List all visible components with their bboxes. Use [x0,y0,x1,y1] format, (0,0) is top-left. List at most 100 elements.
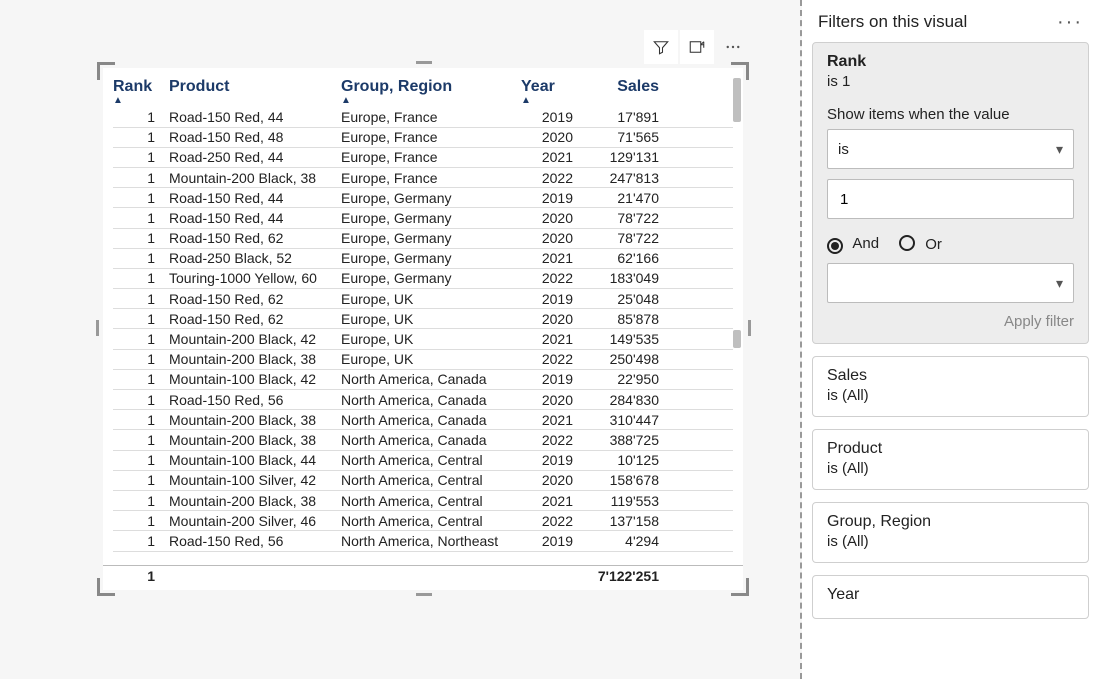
cell-sales: 129'131 [579,149,659,165]
cell-product: Mountain-100 Silver, 42 [169,472,341,488]
cell-product: Touring-1000 Yellow, 60 [169,270,341,286]
apply-filter-button[interactable]: Apply filter [1004,313,1074,330]
table-row[interactable]: 1Mountain-200 Black, 38North America, Ca… [113,430,733,450]
table-row[interactable]: 1Road-150 Red, 44Europe, Germany202078'7… [113,208,733,228]
cell-sales: 21'470 [579,190,659,206]
column-header-sales[interactable]: Sales [579,78,659,105]
cell-product: Road-250 Black, 52 [169,250,341,266]
table-footer-row: 1 7'122'251 [103,565,743,590]
table-row[interactable]: 1Road-150 Red, 48Europe, France202071'56… [113,128,733,148]
table-row[interactable]: 1Mountain-200 Silver, 46North America, C… [113,511,733,531]
filter-card-rank[interactable]: Rank is 1 Show items when the value is ▾… [812,42,1089,344]
table-row[interactable]: 1Road-250 Red, 44Europe, France2021129'1… [113,148,733,168]
resize-handle-top[interactable] [416,61,432,64]
cell-rank: 1 [113,270,169,286]
column-header-year[interactable]: Year ▲ [521,78,579,105]
table-row[interactable]: 1Mountain-200 Black, 42Europe, UK2021149… [113,329,733,349]
chevron-down-icon: ▾ [1056,275,1063,292]
table-row[interactable]: 1Road-250 Black, 52Europe, Germany202162… [113,249,733,269]
table-row[interactable]: 1Mountain-200 Black, 38North America, Ce… [113,491,733,511]
focus-mode-icon[interactable] [680,30,714,64]
resize-handle-right[interactable] [748,320,751,336]
cell-sales: 10'125 [579,452,659,468]
cell-year: 2019 [521,291,579,307]
scrollbar-thumb[interactable] [733,330,741,348]
filter-card-product[interactable]: Product is (All) [812,429,1089,490]
cell-group: North America, Canada [341,371,521,387]
more-options-icon[interactable]: ··· [1057,17,1083,27]
cell-product: Road-150 Red, 44 [169,210,341,226]
cell-rank: 1 [113,149,169,165]
table-row[interactable]: 1Road-150 Red, 62Europe, Germany202078'7… [113,229,733,249]
cell-group: Europe, UK [341,351,521,367]
filter-value-input[interactable] [827,179,1074,219]
filter-operator-select[interactable]: is ▾ [827,129,1074,169]
table-row[interactable]: 1Mountain-200 Black, 38North America, Ca… [113,410,733,430]
cell-year: 2021 [521,493,579,509]
filter-card-title: Sales [827,367,1074,385]
cell-year: 2019 [521,533,579,549]
filter-card-sales[interactable]: Sales is (All) [812,356,1089,417]
sort-asc-icon: ▲ [113,97,169,105]
vertical-scrollbar[interactable] [733,78,741,560]
table-header-row: Rank ▲ Product Group, Region ▲ Year ▲ [103,68,743,105]
cell-rank: 1 [113,291,169,307]
cell-rank: 1 [113,533,169,549]
cell-product: Mountain-100 Black, 42 [169,371,341,387]
cell-year: 2020 [521,392,579,408]
column-header-label: Group, Region [341,78,452,95]
footer-sales: 7'122'251 [579,568,659,584]
cell-year: 2021 [521,149,579,165]
table-row[interactable]: 1Road-150 Red, 56North America, Northeas… [113,531,733,551]
show-items-label: Show items when the value [827,106,1074,123]
cell-group: Europe, France [341,129,521,145]
table-row[interactable]: 1Mountain-100 Silver, 42North America, C… [113,471,733,491]
table-row[interactable]: 1Road-150 Red, 62Europe, UK202085'878 [113,309,733,329]
filter-icon[interactable] [644,30,678,64]
cell-group: Europe, Germany [341,250,521,266]
table-row[interactable]: 1Road-150 Red, 44Europe, Germany201921'4… [113,188,733,208]
cell-rank: 1 [113,351,169,367]
cell-year: 2022 [521,513,579,529]
cell-product: Road-150 Red, 62 [169,311,341,327]
cell-group: Europe, UK [341,311,521,327]
cell-sales: 158'678 [579,472,659,488]
resize-handle-bottom[interactable] [416,593,432,596]
column-header-group[interactable]: Group, Region ▲ [341,78,521,105]
cell-year: 2020 [521,210,579,226]
filter-card-summary: is (All) [827,533,1074,550]
table-row[interactable]: 1Road-150 Red, 44Europe, France201917'89… [113,107,733,127]
more-options-icon[interactable] [716,30,750,64]
table-row[interactable]: 1Mountain-100 Black, 42North America, Ca… [113,370,733,390]
cell-year: 2022 [521,270,579,286]
cell-year: 2021 [521,331,579,347]
table-row[interactable]: 1Mountain-100 Black, 44North America, Ce… [113,451,733,471]
scrollbar-thumb[interactable] [733,78,741,122]
table-row[interactable]: 1Mountain-200 Black, 38Europe, UK2022250… [113,350,733,370]
table-row[interactable]: 1Road-150 Red, 62Europe, UK201925'048 [113,289,733,309]
cell-rank: 1 [113,109,169,125]
column-header-label: Sales [617,78,659,95]
filter-operator2-select[interactable]: ▾ [827,263,1074,303]
cell-sales: 71'565 [579,129,659,145]
cell-year: 2022 [521,351,579,367]
cell-product: Road-150 Red, 44 [169,190,341,206]
cell-year: 2019 [521,452,579,468]
resize-handle-left[interactable] [96,320,99,336]
cell-sales: 247'813 [579,170,659,186]
filter-value-field[interactable] [838,190,1063,209]
logic-and-radio[interactable]: And [827,235,879,252]
cell-year: 2020 [521,129,579,145]
filter-card-year[interactable]: Year [812,575,1089,619]
column-header-rank[interactable]: Rank ▲ [113,78,169,105]
filter-card-group[interactable]: Group, Region is (All) [812,502,1089,563]
sort-asc-icon: ▲ [521,97,579,105]
table-row[interactable]: 1Road-150 Red, 56North America, Canada20… [113,390,733,410]
logic-or-radio[interactable]: Or [899,233,942,253]
table-row[interactable]: 1Touring-1000 Yellow, 60Europe, Germany2… [113,269,733,289]
table-row[interactable]: 1Mountain-200 Black, 38Europe, France202… [113,168,733,188]
column-header-product[interactable]: Product [169,78,341,105]
cell-rank: 1 [113,432,169,448]
cell-year: 2019 [521,190,579,206]
table-visual[interactable]: Rank ▲ Product Group, Region ▲ Year ▲ [103,68,743,590]
